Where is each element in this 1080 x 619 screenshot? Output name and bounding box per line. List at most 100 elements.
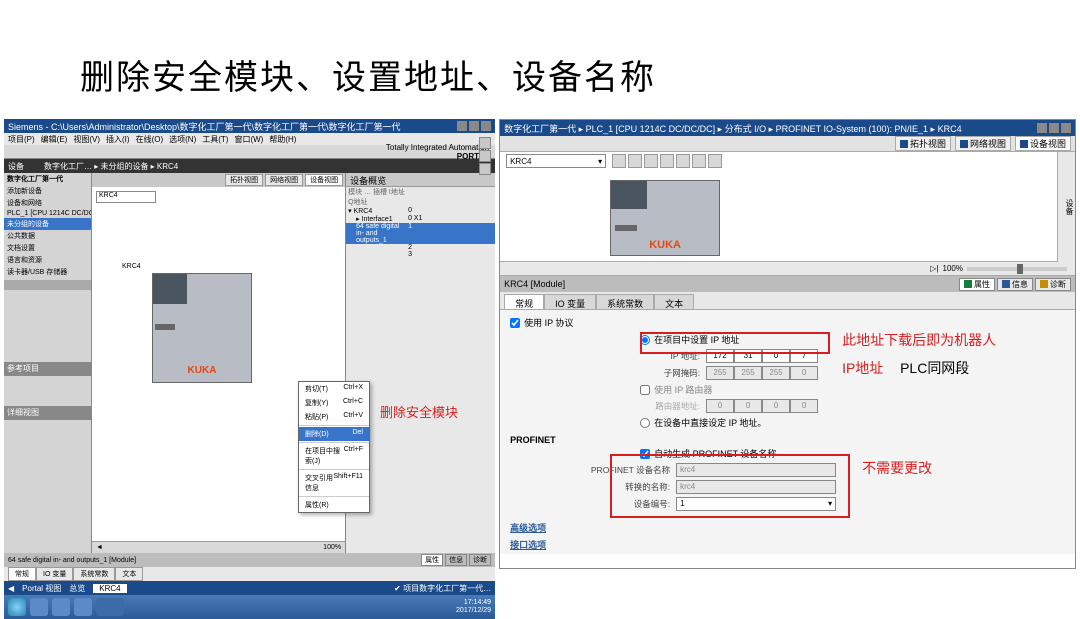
menu-tools[interactable]: 工具(T)	[202, 134, 228, 145]
overview-columns: 模块 … 插槽 I地址 Q地址	[346, 187, 495, 207]
advanced-options-link[interactable]: 高级选项	[510, 521, 1065, 534]
tree-devices-networks[interactable]: 设备和网络	[4, 197, 91, 209]
cb-use-ip[interactable]: 使用 IP 协议	[510, 316, 1065, 329]
tree-add-device[interactable]: 添加新设备	[4, 185, 91, 197]
taskbar-icon[interactable]	[52, 598, 70, 616]
start-button[interactable]	[8, 598, 26, 616]
rtab-diag[interactable]: 诊断	[1035, 278, 1071, 291]
overview-row[interactable]: ▸ Interface10 X1	[346, 215, 495, 223]
stab-general[interactable]: 常规	[8, 567, 36, 581]
tab-topology[interactable]: 拓扑视图	[225, 174, 263, 186]
menu-insert[interactable]: 插入(I)	[106, 134, 130, 145]
krc4-device-graphic[interactable]: KUKA	[152, 273, 252, 383]
interface-options-link[interactable]: 接口选项	[510, 538, 1065, 551]
menu-edit[interactable]: 编辑(E)	[41, 134, 68, 145]
menu-options[interactable]: 选项(N)	[169, 134, 196, 145]
tab-io-vars[interactable]: IO 变量	[544, 294, 596, 309]
btab-diag[interactable]: 诊断	[469, 554, 491, 566]
tree-ungrouped[interactable]: 未分组的设备	[4, 218, 91, 230]
overview-row-safe-io[interactable]: 64 safe digital in- and outputs_11	[346, 223, 495, 244]
stab-io[interactable]: IO 变量	[36, 567, 73, 581]
overview-header: 设备概览	[346, 173, 495, 187]
menu-window[interactable]: 窗口(W)	[234, 134, 263, 145]
rtab-info[interactable]: 信息	[997, 278, 1033, 291]
taskbar-icon[interactable]	[30, 598, 48, 616]
stab-const[interactable]: 系统常数	[73, 567, 115, 581]
taskbar-icon[interactable]	[96, 598, 124, 616]
props-body: 使用 IP 协议 在项目中设置 IP 地址 IP 地址: 1723107 子网掩…	[500, 310, 1075, 554]
ctx-xref[interactable]: 交叉引用信息Shift+F11	[299, 471, 369, 495]
status-overview[interactable]: 总览	[69, 583, 85, 594]
ctx-search[interactable]: 在项目中搜索(J)Ctrl+F	[299, 444, 369, 468]
ctx-paste[interactable]: 粘贴(P)Ctrl+V	[299, 410, 369, 424]
tab-topology-view[interactable]: 拓扑视图	[895, 136, 951, 151]
ctx-props[interactable]: 属性(R)	[299, 498, 369, 512]
canvas-toolbar[interactable]	[612, 154, 722, 168]
menu-help[interactable]: 帮助(H)	[269, 134, 296, 145]
pr-side-tab[interactable]: 设备	[1057, 152, 1075, 262]
tab-device-view[interactable]: 设备视图	[1015, 136, 1071, 151]
btab-props[interactable]: 属性	[421, 554, 443, 566]
taskbar-icon[interactable]	[74, 598, 92, 616]
rtab-properties[interactable]: 属性	[959, 278, 995, 291]
device-number-combo[interactable]: 1▾	[676, 497, 836, 511]
tree-card-reader[interactable]: 读卡器/USB 存储器	[4, 266, 91, 278]
pr-zoom-bar[interactable]: ▷|100%	[500, 262, 1075, 276]
menu-view[interactable]: 视图(V)	[73, 134, 100, 145]
tab-text[interactable]: 文本	[654, 294, 694, 309]
overview-row[interactable]: ▾ KRC40	[346, 207, 495, 215]
pr-krc4-graphic[interactable]: KUKA	[610, 180, 720, 256]
zoom-slider[interactable]	[967, 267, 1067, 271]
tree-languages[interactable]: 语言和资源	[4, 254, 91, 266]
profinet-name-label: PROFINET 设备名称	[540, 464, 670, 476]
ctx-delete[interactable]: 删除(D)Del	[299, 427, 369, 441]
stab-text[interactable]: 文本	[115, 567, 143, 581]
branding-bar: Totally Integrated Automation PORTAL	[4, 145, 495, 159]
radio-set-in-device[interactable]: 在设备中直接设定 IP 地址。	[640, 416, 1065, 429]
window-buttons[interactable]	[457, 121, 491, 131]
menu-project[interactable]: 项目(P)	[8, 134, 35, 145]
overview-row[interactable]: 3	[346, 251, 495, 258]
tree-common-data[interactable]: 公共数据	[4, 230, 91, 242]
context-menu[interactable]: 剪切(T)Ctrl+X 复制(Y)Ctrl+C 粘贴(P)Ctrl+V 删除(D…	[298, 381, 370, 513]
tree-root[interactable]: 数字化工厂第一代	[4, 173, 91, 185]
tree-plc1[interactable]: PLC_1 [CPU 1214C DC/DC/DC]	[4, 209, 91, 218]
tree-doc-settings[interactable]: 文档设置	[4, 242, 91, 254]
btab-info[interactable]: 信息	[445, 554, 467, 566]
canvas-view-tabs[interactable]: 拓扑视图 网络视图 设备视图	[92, 173, 345, 187]
tab-constants[interactable]: 系统常数	[596, 294, 654, 309]
zoom-bar[interactable]: ◄100%	[92, 541, 345, 553]
annotation-no-change: 不需要更改	[862, 458, 932, 478]
overview-row[interactable]: 2	[346, 244, 495, 251]
annotation-delete-safe: 删除安全模块	[380, 402, 458, 421]
network-icon	[960, 140, 968, 148]
device-select-combo[interactable]: KRC4	[96, 191, 156, 203]
windows-taskbar[interactable]: 17:14:492017/12/29	[4, 595, 495, 619]
subnet-mask-input: 2552552550	[706, 366, 818, 380]
status-krc4[interactable]: KRC4	[93, 584, 126, 593]
ctx-cut[interactable]: 剪切(T)Ctrl+X	[299, 382, 369, 396]
pr-view-tabs[interactable]: 拓扑视图 网络视图 设备视图	[500, 136, 1075, 152]
ip-address-input[interactable]: 1723107	[706, 349, 818, 363]
status-portal-view[interactable]: Portal 视图	[22, 583, 61, 594]
pr-device-combo[interactable]: KRC4▾	[506, 154, 606, 168]
tab-network[interactable]: 网络视图	[265, 174, 303, 186]
tab-general[interactable]: 常规	[504, 294, 544, 309]
module-title: 64 safe digital in- and outputs_1 [Modul…	[8, 557, 136, 564]
props-subtabs[interactable]: 常规 IO 变量 系统常数 文本	[500, 292, 1075, 310]
side-icons[interactable]	[479, 137, 493, 175]
converted-name-label: 转换的名称:	[540, 481, 670, 493]
pr-breadcrumb: 数字化工厂第一代 ▸ PLC_1 [CPU 1214C DC/DC/DC] ▸ …	[504, 122, 962, 135]
tab-network-view[interactable]: 网络视图	[955, 136, 1011, 151]
profinet-name-field: krc4	[676, 463, 836, 477]
pr-device-canvas[interactable]: KRC4▾ KUKA	[500, 152, 1057, 262]
cb-use-router[interactable]: 使用 IP 路由器	[640, 383, 1065, 396]
ctx-copy[interactable]: 复制(Y)Ctrl+C	[299, 396, 369, 410]
tab-device[interactable]: 设备视图	[305, 174, 343, 186]
project-tree[interactable]: 数字化工厂第一代 添加新设备 设备和网络 PLC_1 [CPU 1214C DC…	[4, 173, 92, 553]
cb-auto-name[interactable]: 自动生成 PROFINET 设备名称	[640, 447, 1065, 460]
pr-window-buttons[interactable]	[1037, 123, 1071, 133]
status-message: ✔ 项目数字化工厂第一代…	[394, 583, 491, 594]
menu-online[interactable]: 在线(O)	[136, 134, 164, 145]
converted-name-field: krc4	[676, 480, 836, 494]
